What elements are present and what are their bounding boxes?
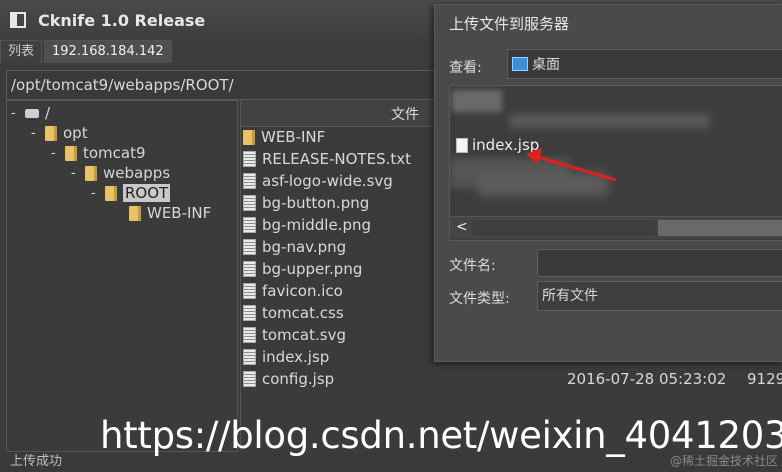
tree-item-tomcat9[interactable]: - tomcat9 bbox=[51, 143, 146, 163]
file-icon bbox=[243, 239, 256, 255]
folder-icon bbox=[45, 125, 57, 141]
document-icon bbox=[456, 137, 468, 153]
tree-item-label: opt bbox=[63, 124, 88, 142]
file-name: WEB-INF bbox=[261, 128, 326, 146]
tab-host[interactable]: 192.168.184.142 bbox=[44, 40, 172, 63]
file-icon bbox=[243, 349, 256, 365]
drive-icon bbox=[25, 108, 39, 118]
collapse-toggle[interactable]: - bbox=[71, 166, 85, 181]
folder-icon bbox=[65, 145, 77, 161]
collapse-toggle[interactable]: - bbox=[91, 186, 105, 201]
horizontal-scrollbar[interactable]: < bbox=[450, 216, 782, 239]
file-icon bbox=[243, 217, 256, 233]
tree-item-label-selected: ROOT bbox=[123, 184, 171, 202]
file-name: RELEASE-NOTES.txt bbox=[262, 150, 412, 168]
desktop-icon bbox=[512, 57, 528, 71]
file-icon bbox=[243, 305, 256, 321]
tree-item-label: / bbox=[45, 104, 51, 122]
folder-icon bbox=[243, 129, 255, 145]
filename-label: 文件名: bbox=[449, 258, 496, 274]
file-name: bg-upper.png bbox=[262, 260, 363, 278]
file-icon bbox=[243, 151, 256, 167]
look-in-value: 桌面 bbox=[532, 57, 560, 73]
tree-item-root[interactable]: - / bbox=[11, 103, 50, 123]
scroll-left-arrow[interactable]: < bbox=[456, 219, 468, 235]
file-name: bg-button.png bbox=[262, 194, 370, 212]
look-in-select[interactable]: 桌面 bbox=[507, 49, 782, 79]
tab-strip: 列表 192.168.184.142 bbox=[0, 40, 174, 64]
watermark-credit: @稀土掘金技术社区 bbox=[670, 454, 779, 468]
red-arrow-annotation bbox=[526, 148, 617, 182]
file-icon bbox=[243, 283, 256, 299]
file-name: favicon.ico bbox=[262, 282, 343, 300]
file-name: config.jsp bbox=[262, 370, 335, 388]
tree-item-opt[interactable]: - opt bbox=[31, 123, 88, 143]
file-name: tomcat.css bbox=[262, 304, 344, 322]
scroll-track[interactable] bbox=[472, 220, 656, 236]
tree-item-web-inf[interactable]: WEB-INF bbox=[115, 203, 211, 223]
filetype-select[interactable]: 所有文件 bbox=[537, 281, 782, 311]
folder-icon bbox=[105, 185, 117, 201]
dialog-title: 上传文件到服务器 bbox=[449, 15, 570, 33]
collapse-toggle[interactable]: - bbox=[11, 106, 25, 121]
blurred-region bbox=[510, 114, 710, 128]
file-icon bbox=[243, 327, 256, 343]
directory-tree: - / - opt - tomcat9 - webapps - ROOT WEB… bbox=[6, 100, 238, 452]
file-name: bg-middle.png bbox=[262, 216, 371, 234]
file-size: 9129 bbox=[747, 370, 782, 388]
file-icon bbox=[243, 261, 256, 277]
file-icon bbox=[243, 173, 256, 189]
tree-item-label: webapps bbox=[103, 164, 171, 182]
window-title: Cknife 1.0 Release bbox=[38, 10, 206, 30]
watermark-url: https://blog.csdn.net/weixin_40412037 bbox=[100, 414, 782, 457]
collapse-toggle[interactable]: - bbox=[51, 146, 65, 161]
file-icon bbox=[243, 371, 256, 387]
look-in-label: 查看: bbox=[449, 60, 482, 76]
scroll-thumb[interactable] bbox=[658, 220, 782, 236]
path-field[interactable]: /opt/tomcat9/webapps/ROOT/ bbox=[6, 70, 452, 100]
file-icon bbox=[243, 195, 256, 211]
file-date: 2016-07-28 05:23:02 bbox=[567, 370, 727, 388]
filename-input[interactable] bbox=[537, 249, 782, 277]
folder-icon bbox=[129, 205, 141, 221]
app-icon bbox=[10, 12, 26, 28]
file-row[interactable]: config.jsp 2016-07-28 05:23:02 9129 bbox=[241, 368, 782, 390]
collapse-toggle[interactable]: - bbox=[31, 126, 45, 141]
filetype-label: 文件类型: bbox=[449, 291, 510, 307]
tree-item-label: tomcat9 bbox=[83, 144, 146, 162]
column-header-file[interactable]: 文件 bbox=[391, 104, 419, 124]
file-name: index.jsp bbox=[262, 348, 330, 366]
tree-item-root-folder[interactable]: - ROOT bbox=[91, 183, 171, 203]
tree-item-webapps[interactable]: - webapps bbox=[71, 163, 170, 183]
tab-list[interactable]: 列表 bbox=[0, 40, 43, 63]
folder-icon bbox=[85, 165, 97, 181]
file-name: bg-nav.png bbox=[262, 238, 347, 256]
blurred-region bbox=[452, 90, 502, 112]
tree-item-label: WEB-INF bbox=[147, 204, 212, 222]
file-name: asf-logo-wide.svg bbox=[262, 172, 393, 190]
file-name: tomcat.svg bbox=[262, 326, 346, 344]
app-window: Cknife 1.0 Release 列表 192.168.184.142 /o… bbox=[0, 0, 782, 472]
